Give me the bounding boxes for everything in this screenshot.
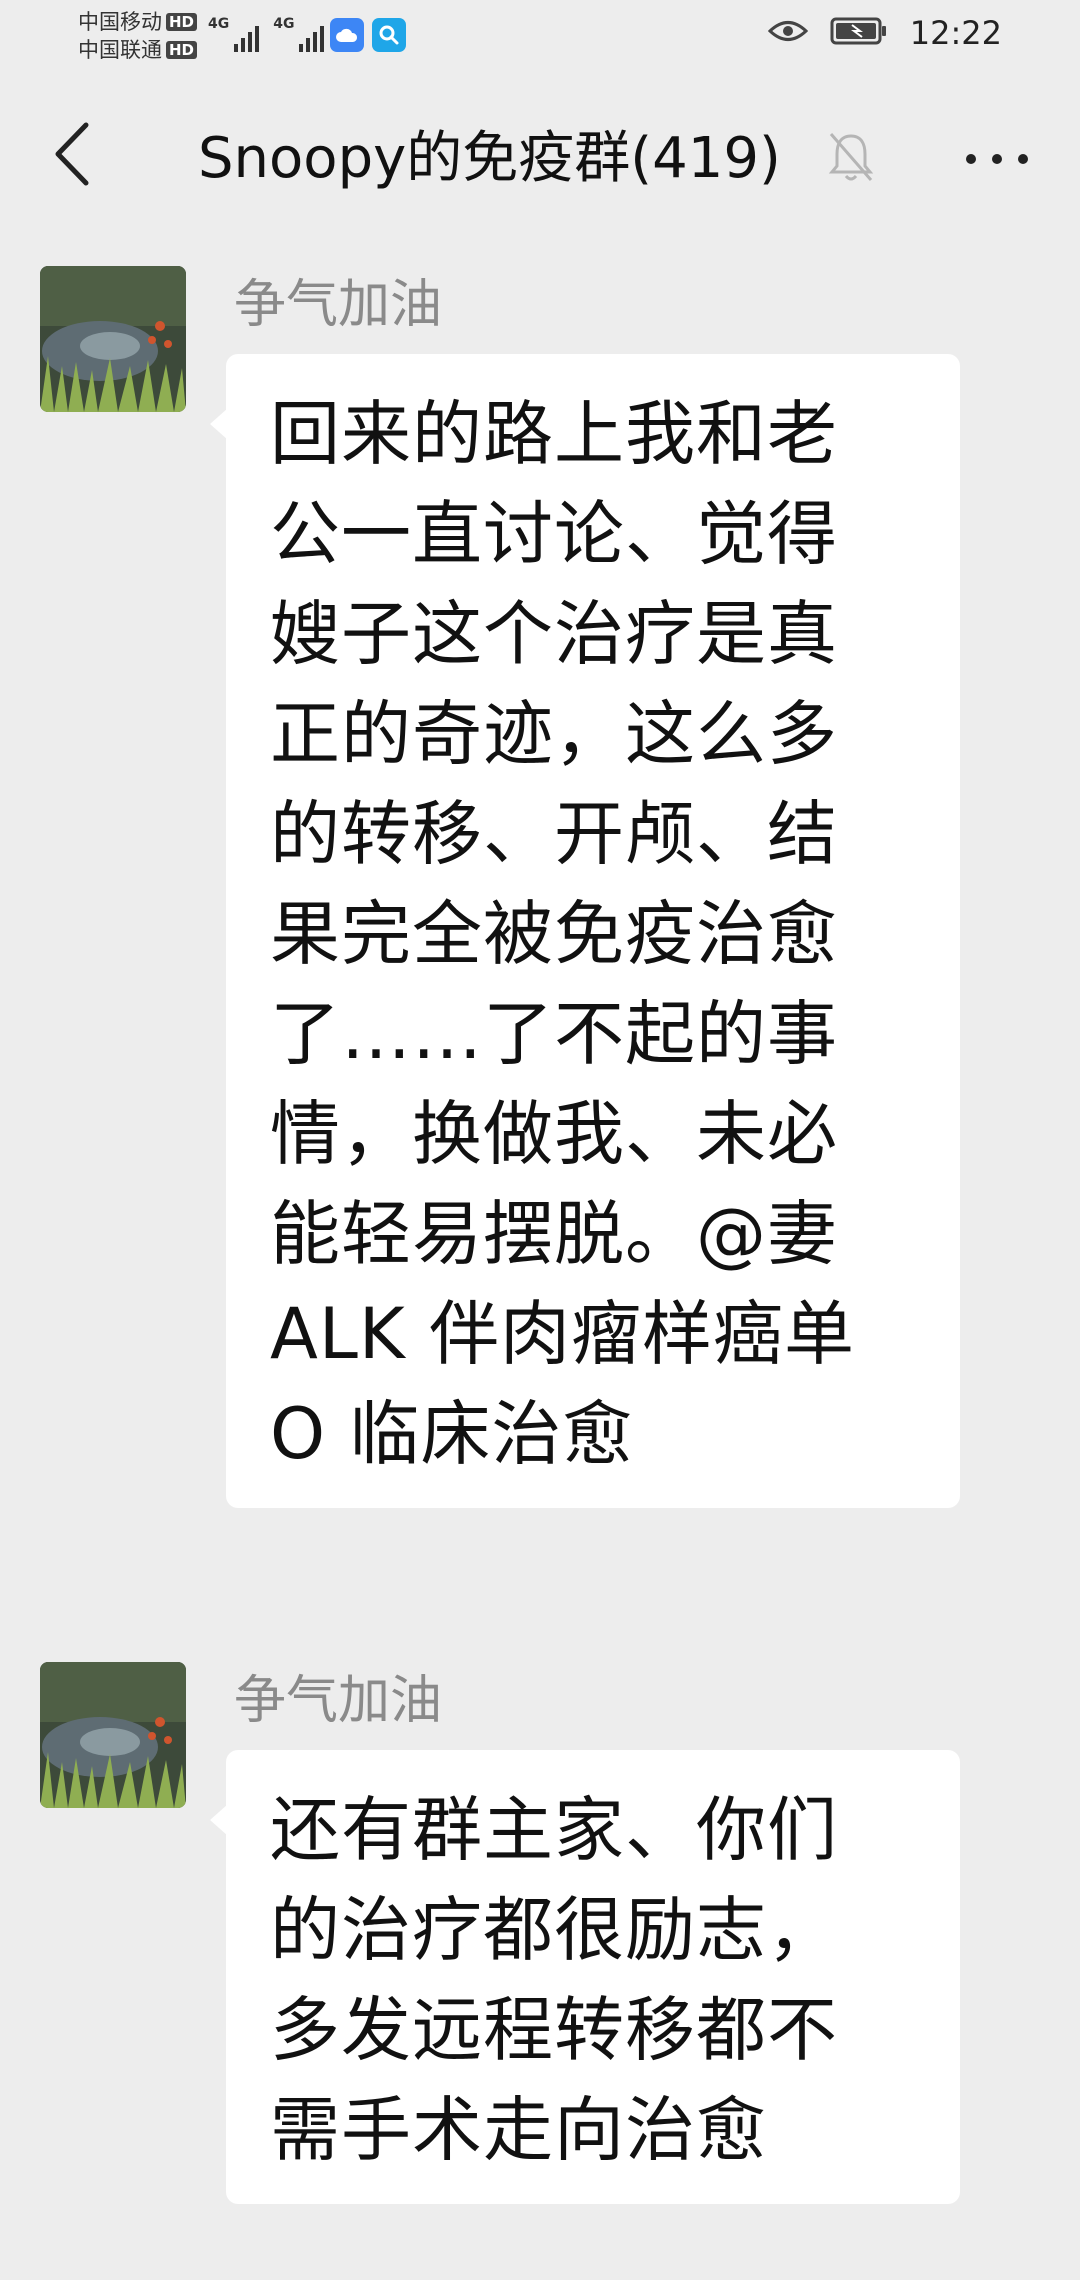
hd-badge: HD <box>166 41 198 59</box>
sender-name: 争气加油 <box>234 275 443 335</box>
status-right-group: 12:22 <box>767 14 1002 52</box>
mute-bell-icon <box>826 130 876 188</box>
chat-title: Snoopy的免疫群(419) <box>198 126 781 191</box>
status-bar: 中国移动 HD 中国联通 HD 4G 4G 12:22 <box>0 0 1080 72</box>
search-app-icon <box>372 18 406 52</box>
message-bubble[interactable]: 回来的路上我和老 公一直讨论、觉得 嫂子这个治疗是真 正的奇迹，这么多 的转移、… <box>210 354 960 1508</box>
carrier-2-label: 中国联通 <box>78 38 162 62</box>
more-options-button[interactable] <box>958 124 1036 194</box>
network-type-label: 4G <box>273 16 295 32</box>
chat-header: Snoopy的免疫群(419) <box>0 96 1080 226</box>
back-button[interactable] <box>40 118 104 194</box>
cloud-app-icon <box>330 18 364 52</box>
eye-icon <box>767 18 808 48</box>
more-dots-icon <box>965 150 1029 169</box>
message-bubble[interactable]: 还有群主家、你们 的治疗都很励志， 多发远程转移都不 需手术走向治愈 <box>210 1750 960 2204</box>
signal-strength-icon: 4G <box>208 16 260 52</box>
network-type-label: 4G <box>208 16 230 32</box>
battery-icon <box>830 16 888 50</box>
sender-name: 争气加油 <box>234 1671 443 1731</box>
chat-screen: 中国移动 HD 中国联通 HD 4G 4G 12:22 Snoopy的免疫群(4… <box>0 0 1080 2280</box>
carrier-1-label: 中国移动 <box>78 10 162 34</box>
clock-time: 12:22 <box>909 14 1002 52</box>
avatar[interactable] <box>40 266 186 412</box>
message-text: 还有群主家、你们 的治疗都很励志， 多发远程转移都不 需手术走向治愈 <box>270 1789 838 2171</box>
signal-strength-icon: 4G <box>273 16 325 52</box>
chevron-left-icon <box>52 121 92 191</box>
signal-indicators: 4G 4G <box>208 16 325 52</box>
carrier-info: 中国移动 HD 中国联通 HD <box>78 8 198 64</box>
avatar[interactable] <box>40 1662 186 1808</box>
message-text: 回来的路上我和老 公一直讨论、觉得 嫂子这个治疗是真 正的奇迹，这么多 的转移、… <box>270 393 856 1475</box>
hd-badge: HD <box>166 13 198 31</box>
